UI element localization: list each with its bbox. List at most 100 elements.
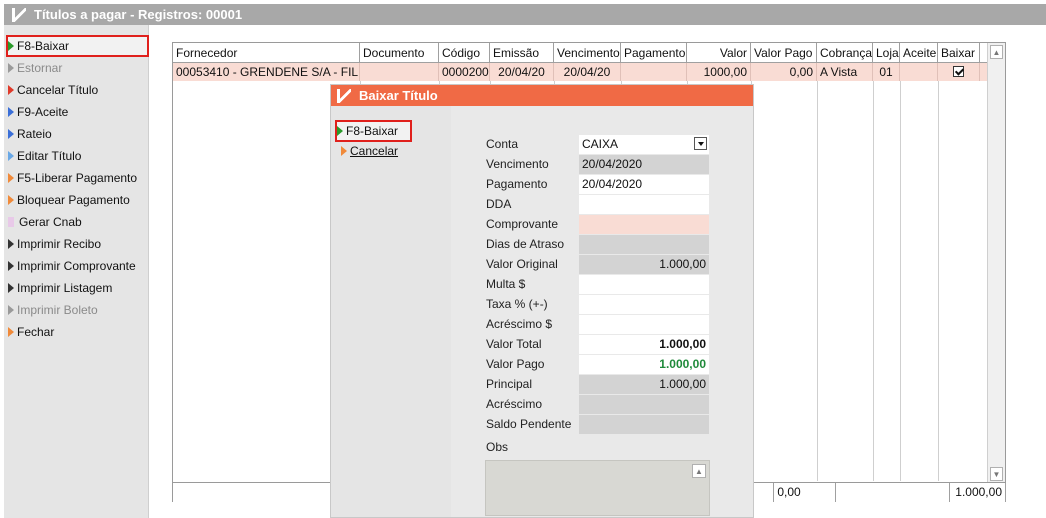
sidebar-item-label: Editar Título bbox=[17, 149, 82, 163]
cell-vencimento: 20/04/20 bbox=[554, 63, 621, 81]
actions-sidebar: F8-Baixar Estornar Cancelar Título F9-Ac… bbox=[4, 25, 149, 518]
sidebar-item-label: F8-Baixar bbox=[17, 39, 70, 53]
dda-field[interactable] bbox=[579, 195, 709, 214]
dialog-title: Baixar Título bbox=[359, 88, 438, 103]
baixar-checkbox[interactable] bbox=[953, 66, 964, 77]
sidebar-item-editar-titulo[interactable]: Editar Título bbox=[8, 147, 81, 165]
sidebar-item-bloquear-pagamento[interactable]: Bloquear Pagamento bbox=[8, 191, 130, 209]
obs-textarea[interactable]: ▲ bbox=[485, 460, 710, 516]
sidebar-item-imprimir-boleto[interactable]: Imprimir Boleto bbox=[8, 301, 98, 319]
sidebar-item-label: F9-Aceite bbox=[17, 105, 69, 119]
conta-label: Conta bbox=[486, 137, 519, 151]
cell-loja: 01 bbox=[873, 63, 900, 81]
sidebar-item-f9-aceite[interactable]: F9-Aceite bbox=[8, 103, 68, 121]
cell-baixar[interactable] bbox=[938, 63, 980, 81]
dias-atraso-field bbox=[579, 235, 709, 254]
multa-field[interactable] bbox=[579, 275, 709, 294]
comprovante-field[interactable] bbox=[579, 215, 709, 234]
scroll-down-icon[interactable]: ▼ bbox=[990, 467, 1003, 481]
arrow-right-icon bbox=[341, 146, 347, 156]
sidebar-item-label: Imprimir Recibo bbox=[17, 237, 102, 251]
arrow-right-icon bbox=[8, 63, 14, 73]
chevron-down-icon[interactable] bbox=[694, 137, 707, 150]
dda-label: DDA bbox=[486, 197, 512, 211]
column-header-valor-pago[interactable]: Valor Pago bbox=[751, 43, 817, 63]
column-header-documento[interactable]: Documento bbox=[360, 43, 439, 63]
window-title: Títulos a pagar - Registros: 00001 bbox=[34, 7, 243, 22]
sidebar-item-label: Estornar bbox=[17, 61, 63, 75]
footer-valor-pago-total: 0,00 bbox=[774, 483, 837, 502]
column-header-baixar[interactable]: Baixar bbox=[938, 43, 980, 63]
taxa-field[interactable] bbox=[579, 295, 709, 314]
sidebar-item-label: Gerar Cnab bbox=[19, 215, 82, 229]
valor-pago-field[interactable]: 1.000,00 bbox=[579, 355, 709, 374]
column-header-loja[interactable]: Loja bbox=[873, 43, 900, 63]
sidebar-item-liberar-pagamento[interactable]: F5-Liberar Pagamento bbox=[8, 169, 137, 187]
table-row[interactable]: 00053410 - GRENDENE S/A - FILIAL 0000200… bbox=[173, 63, 988, 81]
footer-baixar-total: 1.000,00 bbox=[950, 483, 1006, 502]
sidebar-item-imprimir-comprovante[interactable]: Imprimir Comprovante bbox=[8, 257, 136, 275]
baixar-titulo-dialog: Baixar Título F8-Baixar Cancelar Conta C… bbox=[330, 84, 754, 518]
cell-documento bbox=[360, 63, 439, 81]
app-logo-icon bbox=[337, 88, 351, 103]
column-header-cobranca[interactable]: Cobrança bbox=[817, 43, 873, 63]
vencimento-field: 20/04/2020 bbox=[579, 155, 709, 174]
multa-label: Multa $ bbox=[486, 277, 526, 291]
arrow-right-icon bbox=[8, 239, 14, 249]
arrow-right-icon bbox=[8, 151, 14, 161]
sidebar-item-f8-baixar[interactable]: F8-Baixar bbox=[6, 35, 149, 57]
sidebar-item-label: F5-Liberar Pagamento bbox=[17, 171, 138, 185]
sidebar-item-label: Imprimir Boleto bbox=[17, 303, 98, 317]
arrow-right-icon bbox=[8, 129, 14, 139]
sidebar-item-label: Rateio bbox=[17, 127, 52, 141]
cell-fornecedor: 00053410 - GRENDENE S/A - FILIAL bbox=[173, 63, 360, 81]
conta-select[interactable]: CAIXA bbox=[579, 135, 709, 154]
acrescimo-valor-label: Acréscimo $ bbox=[486, 317, 553, 331]
valor-pago-label: Valor Pago bbox=[486, 357, 545, 371]
arrow-right-icon bbox=[8, 261, 14, 271]
valor-original-label: Valor Original bbox=[486, 257, 558, 271]
column-header-valor[interactable]: Valor bbox=[687, 43, 751, 63]
pagamento-label: Pagamento bbox=[486, 177, 548, 191]
column-header-codigo[interactable]: Código bbox=[439, 43, 490, 63]
saldo-pendente-label: Saldo Pendente bbox=[486, 417, 572, 431]
acrescimo-valor-field[interactable] bbox=[579, 315, 709, 334]
scroll-up-icon[interactable]: ▲ bbox=[692, 464, 706, 478]
column-header-emissao[interactable]: Emissão bbox=[490, 43, 554, 63]
sidebar-item-gerar-cnab[interactable]: Gerar Cnab bbox=[8, 213, 82, 231]
dialog-form: Conta CAIXA Vencimento 20/04/2020 Pagame… bbox=[451, 106, 753, 517]
dialog-cancelar-button[interactable]: Cancelar bbox=[341, 142, 398, 160]
sidebar-item-fechar[interactable]: Fechar bbox=[8, 323, 54, 341]
principal-field: 1.000,00 bbox=[579, 375, 709, 394]
sidebar-item-imprimir-listagem[interactable]: Imprimir Listagem bbox=[8, 279, 112, 297]
column-header-aceite[interactable]: Aceite bbox=[900, 43, 938, 63]
taxa-label: Taxa % (+-) bbox=[486, 297, 548, 311]
arrow-right-icon bbox=[8, 41, 14, 51]
pagamento-field[interactable]: 20/04/2020 bbox=[579, 175, 709, 194]
principal-label: Principal bbox=[486, 377, 533, 391]
column-header-fornecedor[interactable]: Fornecedor bbox=[173, 43, 360, 63]
dias-atraso-label: Dias de Atraso bbox=[486, 237, 565, 251]
cell-aceite bbox=[900, 63, 938, 81]
vencimento-label: Vencimento bbox=[486, 157, 549, 171]
sidebar-item-estornar[interactable]: Estornar bbox=[8, 59, 62, 77]
grid-vertical-scrollbar[interactable]: ▲ ▼ bbox=[987, 43, 1005, 483]
obs-label: Obs bbox=[486, 440, 509, 454]
sidebar-item-rateio[interactable]: Rateio bbox=[8, 125, 52, 143]
scroll-up-icon[interactable]: ▲ bbox=[990, 45, 1003, 59]
sidebar-item-label: Imprimir Comprovante bbox=[17, 259, 136, 273]
bar-icon bbox=[8, 217, 14, 227]
sidebar-item-cancelar-titulo[interactable]: Cancelar Título bbox=[8, 81, 98, 99]
column-header-vencimento[interactable]: Vencimento bbox=[554, 43, 621, 63]
saldo-pendente-field bbox=[579, 415, 709, 434]
column-header-pagamento[interactable]: Pagamento bbox=[621, 43, 687, 63]
sidebar-item-imprimir-recibo[interactable]: Imprimir Recibo bbox=[8, 235, 101, 253]
dialog-f8-baixar-button[interactable]: F8-Baixar bbox=[335, 120, 412, 142]
comprovante-label: Comprovante bbox=[486, 217, 559, 231]
arrow-right-icon bbox=[8, 107, 14, 117]
dialog-actions-panel: F8-Baixar Cancelar bbox=[331, 106, 451, 517]
valor-total-field: 1.000,00 bbox=[579, 335, 709, 354]
acrescimo-label: Acréscimo bbox=[486, 397, 543, 411]
arrow-right-icon bbox=[8, 85, 14, 95]
sidebar-item-label: Bloquear Pagamento bbox=[17, 193, 130, 207]
